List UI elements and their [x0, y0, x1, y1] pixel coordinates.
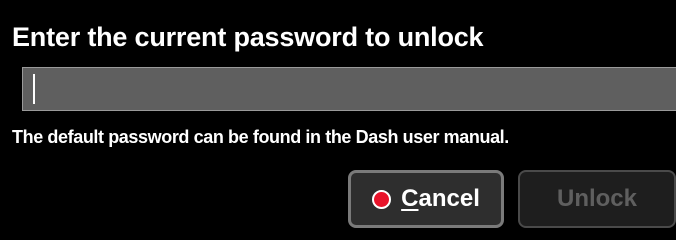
hint-text: The default password can be found in the… [12, 127, 509, 147]
cancel-button-label: Cancel [401, 185, 480, 213]
cancel-mnemonic: C [401, 185, 419, 212]
unlock-button-label: Unlock [556, 185, 637, 212]
unlock-dialog: Enter the current password to unlock The… [0, 0, 676, 240]
cancel-label-rest: ancel [418, 185, 480, 212]
text-caret [33, 74, 35, 104]
unlock-button[interactable]: Unlock [518, 170, 676, 228]
stop-icon [372, 189, 392, 209]
password-input[interactable] [22, 67, 676, 111]
cancel-button[interactable]: Cancel [348, 170, 504, 228]
dialog-title: Enter the current password to unlock [12, 22, 484, 52]
